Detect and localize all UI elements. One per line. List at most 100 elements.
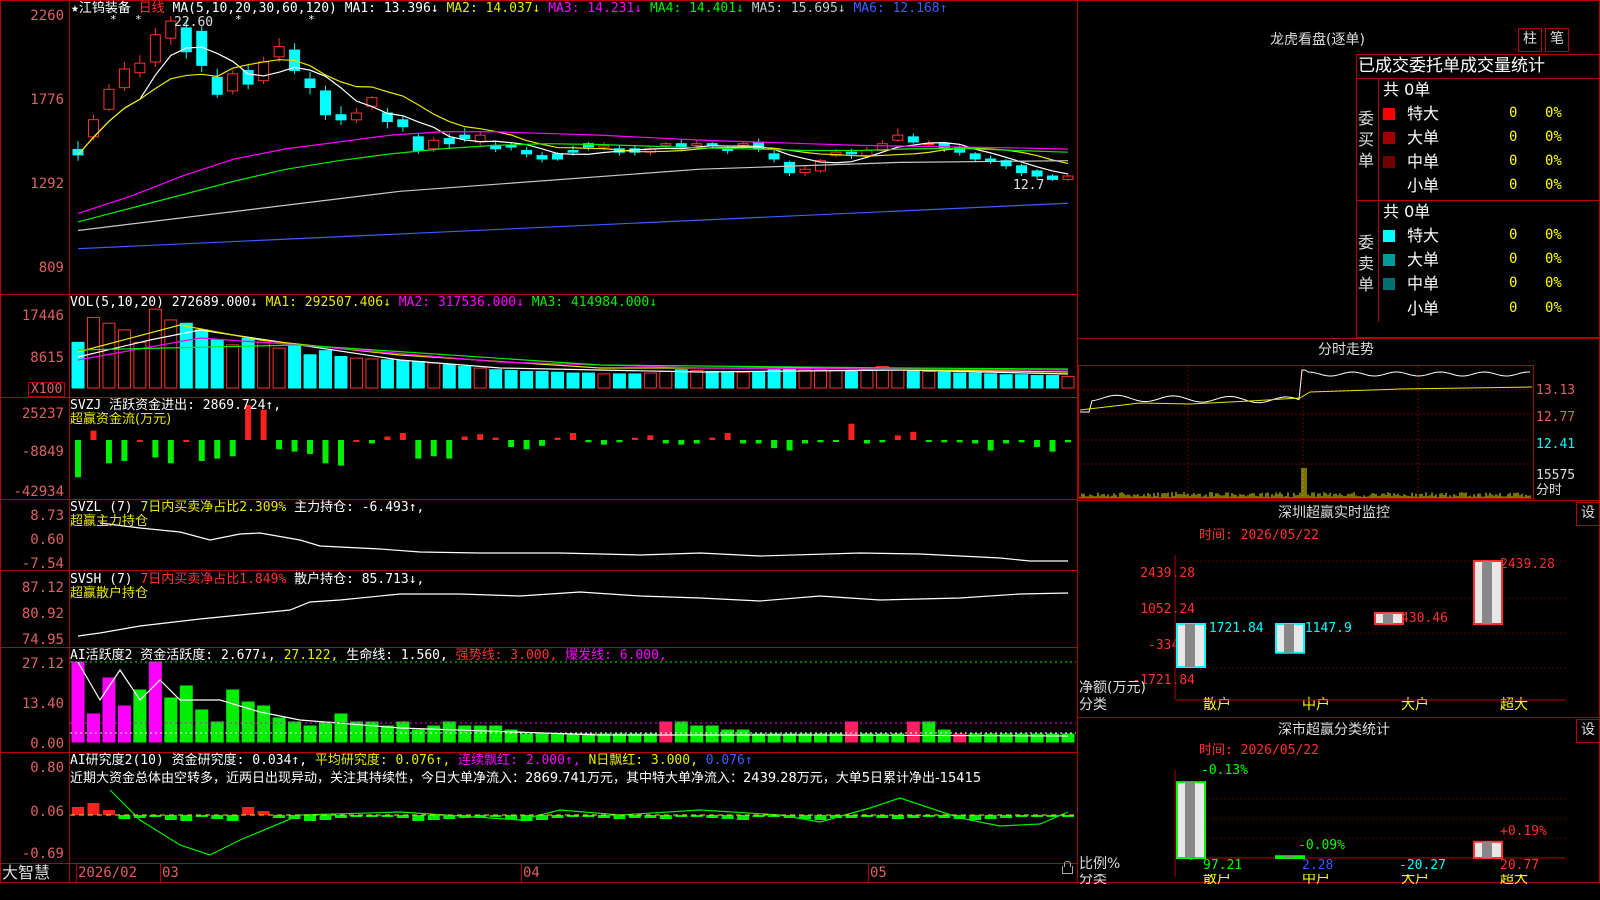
ai1-bar bbox=[428, 726, 440, 742]
volume-bar bbox=[289, 345, 301, 388]
sell-row-pct: 0% bbox=[1545, 252, 1562, 267]
intraday-chart-frame[interactable] bbox=[1078, 365, 1534, 499]
volume-bar bbox=[923, 371, 935, 388]
ai1-bar bbox=[149, 662, 161, 742]
volume-bar bbox=[1016, 375, 1028, 388]
vol-ma-value: MA3: 414984.000↓ bbox=[532, 295, 657, 310]
buy-row-qty: 0 bbox=[1509, 106, 1517, 121]
svzj-bar bbox=[152, 440, 158, 457]
sell-row-pct: 0% bbox=[1545, 228, 1562, 243]
svzj-bar bbox=[848, 424, 854, 440]
svzj-bar bbox=[678, 440, 684, 445]
tab-bar-view[interactable]: 柱 bbox=[1518, 28, 1542, 52]
volume-bar bbox=[428, 363, 440, 388]
svzj-bar bbox=[972, 440, 978, 443]
volume-bar bbox=[536, 371, 548, 388]
ai2-bar bbox=[412, 815, 424, 821]
lock-icon[interactable] bbox=[1062, 866, 1073, 874]
sell-row-label: 特大 bbox=[1407, 226, 1439, 246]
ai1-item: AI活跃度2 资金活跃度: 2.677↓, bbox=[70, 648, 276, 663]
buy-row-qty: 0 bbox=[1509, 130, 1517, 145]
sz-monitor-title: 深圳超赢实时监控 bbox=[1278, 506, 1390, 521]
ai2-bar bbox=[320, 815, 332, 820]
svzj-bar bbox=[570, 433, 576, 440]
ai1-item: 爆发线: 6.000, bbox=[565, 648, 667, 663]
ai1-bar bbox=[320, 722, 332, 742]
candle-body bbox=[150, 35, 160, 62]
stock-name[interactable]: 江钨装备 bbox=[79, 1, 131, 16]
svsh-line bbox=[78, 592, 1068, 636]
longhu-divider bbox=[1356, 78, 1600, 79]
ai1-bar bbox=[722, 730, 734, 742]
ai2-bar bbox=[258, 811, 270, 815]
svzl-name: SVZL (7) bbox=[70, 500, 133, 515]
svzj-bar bbox=[415, 440, 421, 459]
candle-body bbox=[351, 113, 361, 120]
ai2-bar bbox=[304, 815, 316, 821]
volume-bar bbox=[412, 361, 424, 388]
sell-row-pct: 0% bbox=[1545, 276, 1562, 291]
svzj-bar bbox=[926, 440, 932, 442]
ai1-bar bbox=[474, 726, 486, 742]
volume-bar bbox=[954, 373, 966, 388]
candle-body bbox=[259, 62, 269, 81]
candle-body bbox=[986, 159, 996, 161]
brand-label: 大智慧 bbox=[2, 864, 50, 882]
svzj-header: SVZJ 活跃资金进出: 2869.724↑, bbox=[70, 398, 281, 413]
sz-stats-bottom-label: 20.77 bbox=[1500, 858, 1539, 873]
period-label[interactable]: 日线 bbox=[139, 1, 165, 16]
ai1-item: 27.122, bbox=[284, 648, 339, 663]
sz-stats-settings-button[interactable]: 设 bbox=[1576, 719, 1600, 743]
ai1-bar bbox=[289, 722, 301, 742]
candle-body bbox=[243, 70, 253, 84]
last-price-marker: 12.7 bbox=[1013, 178, 1044, 193]
ai1-bar bbox=[211, 722, 223, 742]
sz-stats-axis: 25 bbox=[1160, 829, 1195, 844]
svzj-bar bbox=[276, 440, 282, 449]
candle-body bbox=[321, 91, 331, 115]
svzl-subtitle: 超赢主力持仓 bbox=[70, 514, 148, 529]
svzj-bar bbox=[353, 440, 359, 442]
candle-body bbox=[553, 154, 563, 159]
ai2-bar bbox=[103, 810, 115, 815]
sz-stats-time: 时间: 2026/05/22 bbox=[1199, 743, 1319, 758]
volume-bar bbox=[675, 370, 687, 388]
svzj-bar bbox=[709, 438, 715, 440]
buy-swatch bbox=[1383, 108, 1395, 120]
volume-bar bbox=[861, 370, 873, 388]
candle-body bbox=[398, 120, 408, 127]
volume-bar bbox=[691, 371, 703, 388]
buy-swatch bbox=[1383, 132, 1395, 144]
sz-monitor-axis: 2439.28 bbox=[1107, 566, 1195, 581]
ai1-bar bbox=[1016, 734, 1028, 742]
longhu-divider bbox=[1378, 78, 1379, 322]
favorite-star-icon[interactable]: ★ bbox=[71, 1, 79, 16]
sz-monitor-settings-button[interactable]: 设 bbox=[1576, 502, 1600, 526]
candle-body bbox=[429, 140, 439, 149]
sell-count: 共 0单 bbox=[1383, 203, 1430, 221]
volume-bar bbox=[335, 356, 347, 388]
kline-chart[interactable]: * * * * bbox=[0, 0, 1078, 883]
ma60-line bbox=[78, 161, 1068, 231]
ai2-bar bbox=[815, 815, 827, 820]
sz-stats-axis: 75 bbox=[1160, 790, 1195, 805]
svzl-line bbox=[100, 523, 1068, 561]
vol-title: VOL(5,10,20) bbox=[70, 295, 164, 310]
sell-row-qty: 0 bbox=[1509, 228, 1517, 243]
candle-body bbox=[537, 156, 547, 159]
volume-bar bbox=[381, 360, 393, 388]
candle-body bbox=[599, 145, 609, 147]
volume-bar bbox=[397, 361, 409, 388]
candle-body bbox=[506, 145, 516, 147]
ai2-bar bbox=[969, 815, 981, 820]
volume-bar bbox=[660, 371, 672, 388]
svzj-bar bbox=[539, 440, 545, 446]
svzj-bar bbox=[818, 440, 824, 442]
volume-bar bbox=[644, 373, 656, 388]
svzj-bar bbox=[1019, 440, 1025, 442]
svzj-bar bbox=[199, 440, 205, 461]
volume-bar bbox=[304, 355, 316, 388]
ai1-bar bbox=[552, 734, 564, 742]
tab-tick-view[interactable]: 笔 bbox=[1545, 28, 1569, 52]
time-axis-label: 04 bbox=[523, 866, 540, 881]
